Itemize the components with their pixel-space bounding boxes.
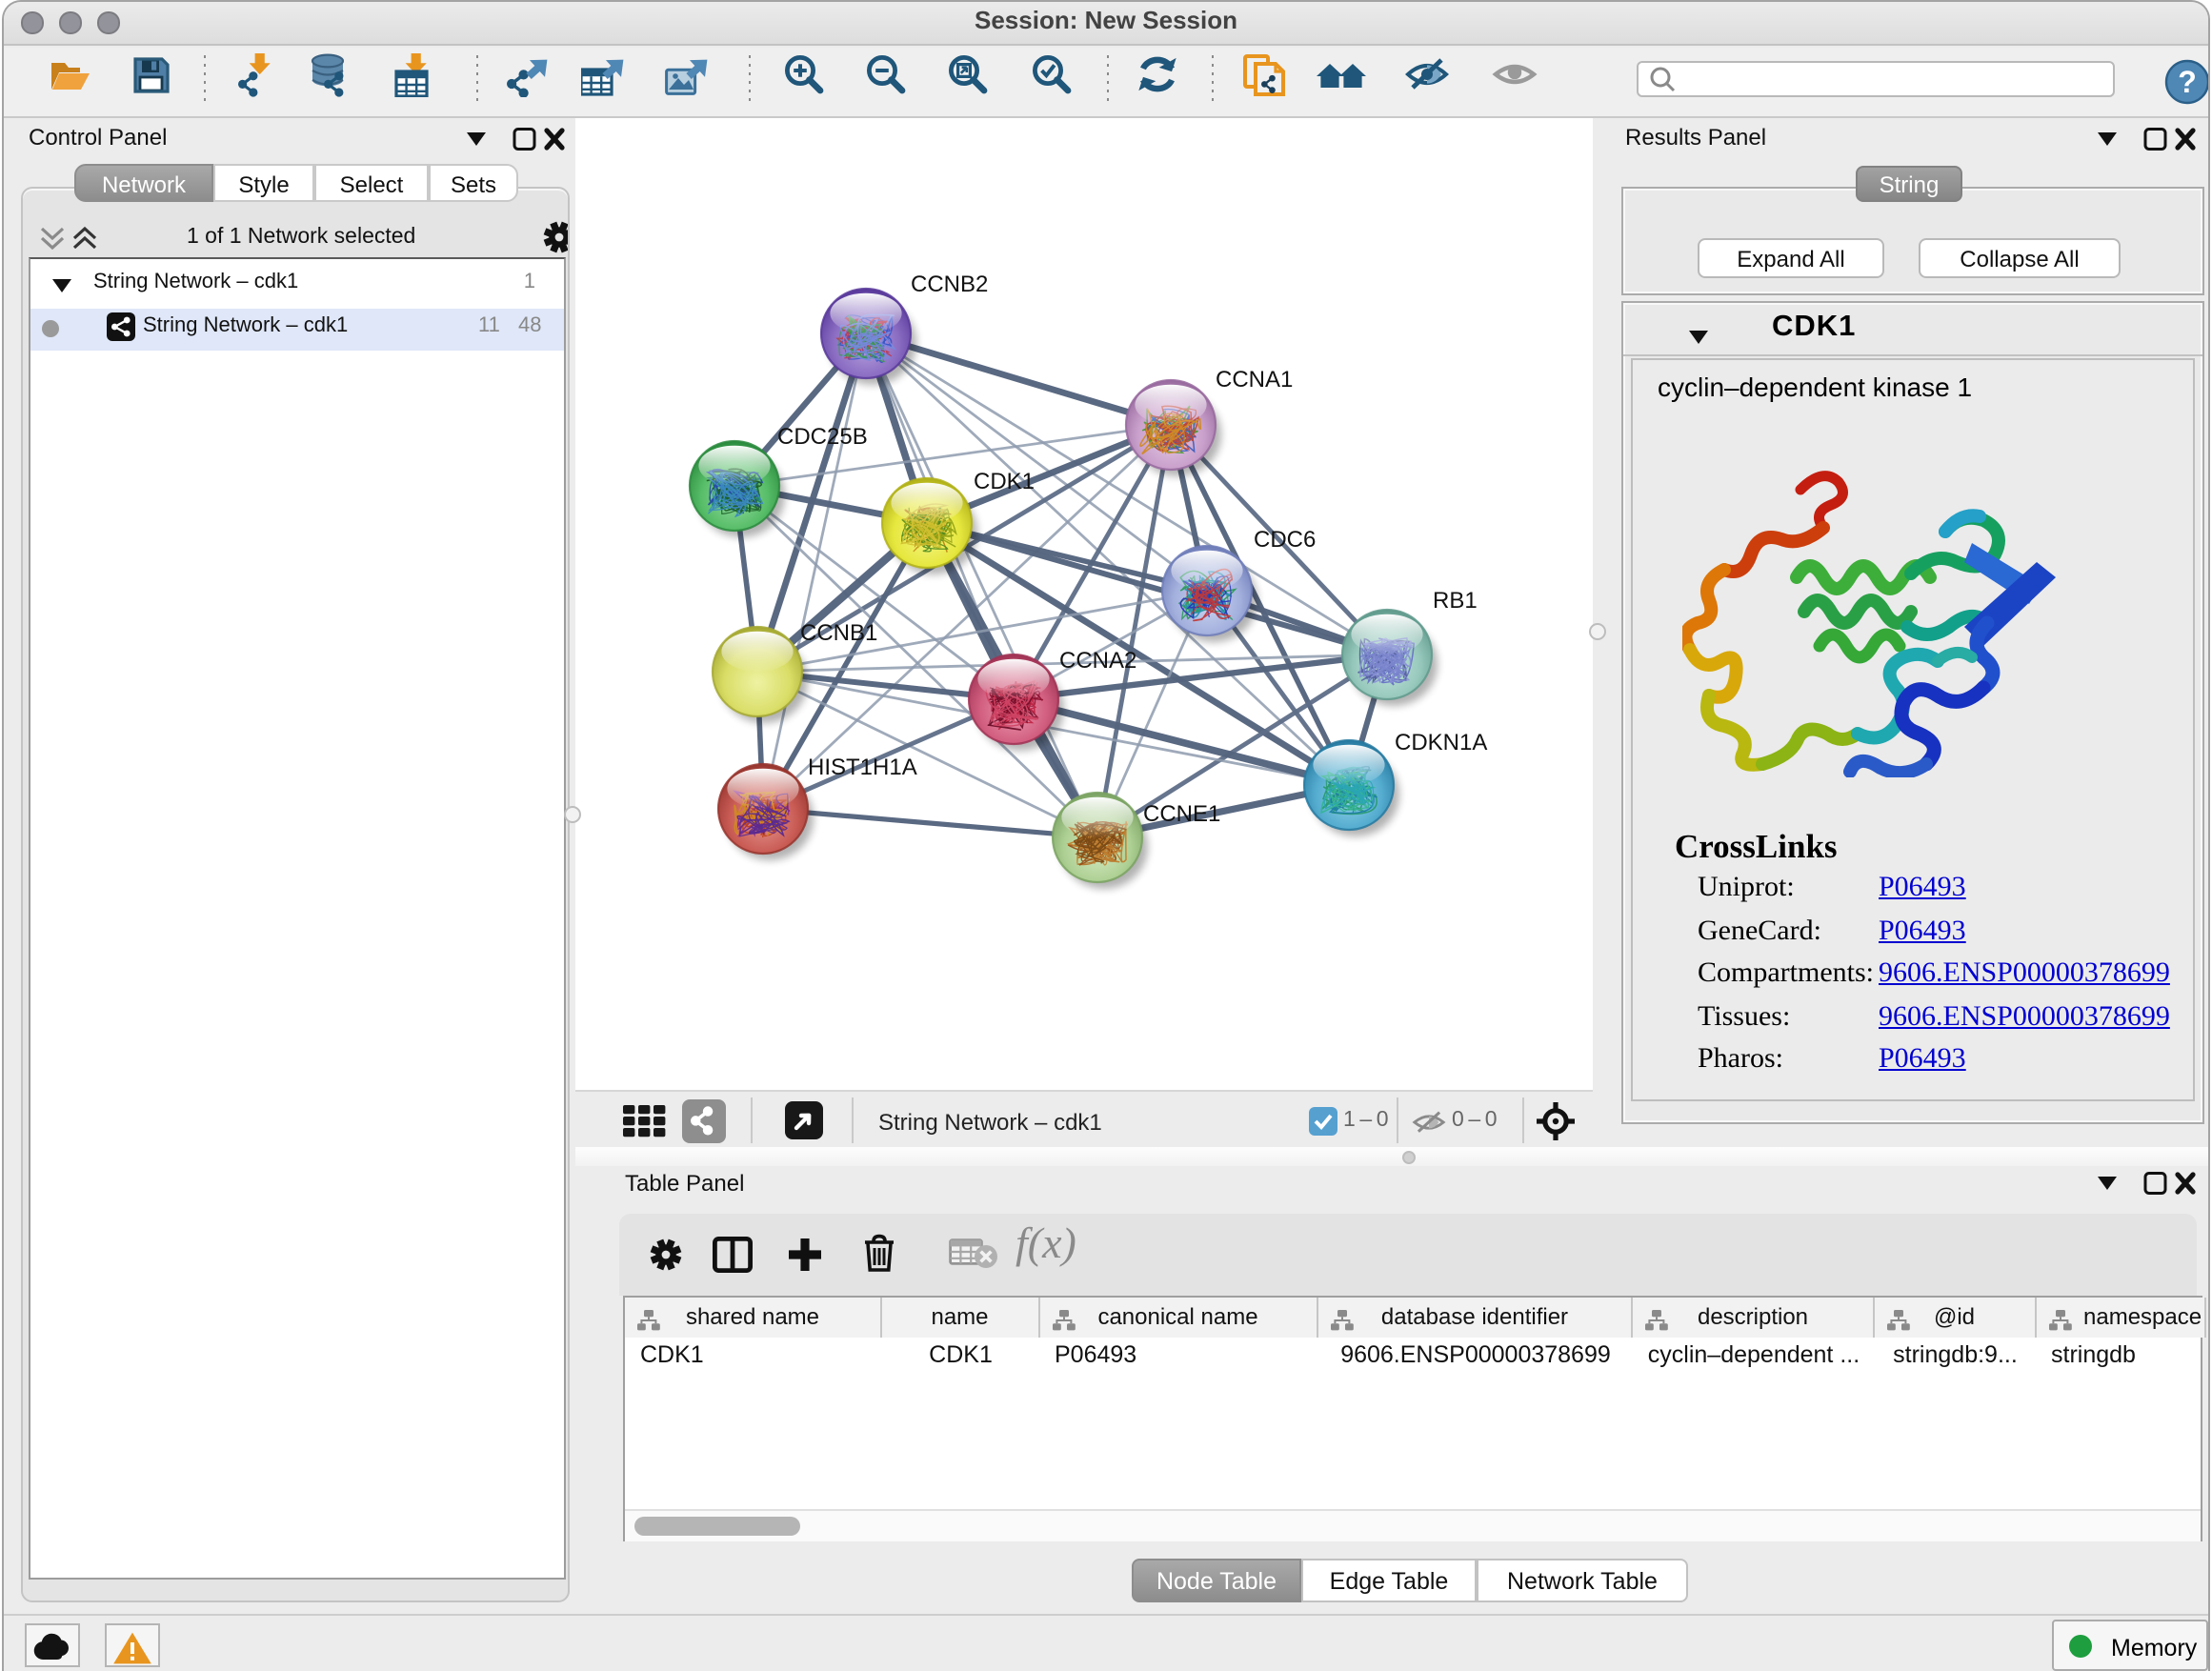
svg-text:CCNA2: CCNA2 xyxy=(1059,648,1136,674)
svg-text:CCNA1: CCNA1 xyxy=(1216,367,1293,393)
svg-text:CCNE1: CCNE1 xyxy=(1143,801,1220,827)
svg-text:1 of 1 Network selected: 1 of 1 Network selected xyxy=(187,223,415,248)
svg-text:CDC25B: CDC25B xyxy=(777,424,868,450)
svg-text:CCNB1: CCNB1 xyxy=(800,620,877,646)
svg-text:CDKN1A: CDKN1A xyxy=(1395,730,1487,755)
svg-text:?: ? xyxy=(2178,65,2197,99)
svg-text:CDC6: CDC6 xyxy=(1254,527,1316,553)
svg-text:HIST1H1A: HIST1H1A xyxy=(808,755,917,780)
svg-text:CCNB2: CCNB2 xyxy=(911,272,988,297)
svg-text:RB1: RB1 xyxy=(1433,588,1478,614)
svg-text:CDK1: CDK1 xyxy=(974,469,1035,494)
